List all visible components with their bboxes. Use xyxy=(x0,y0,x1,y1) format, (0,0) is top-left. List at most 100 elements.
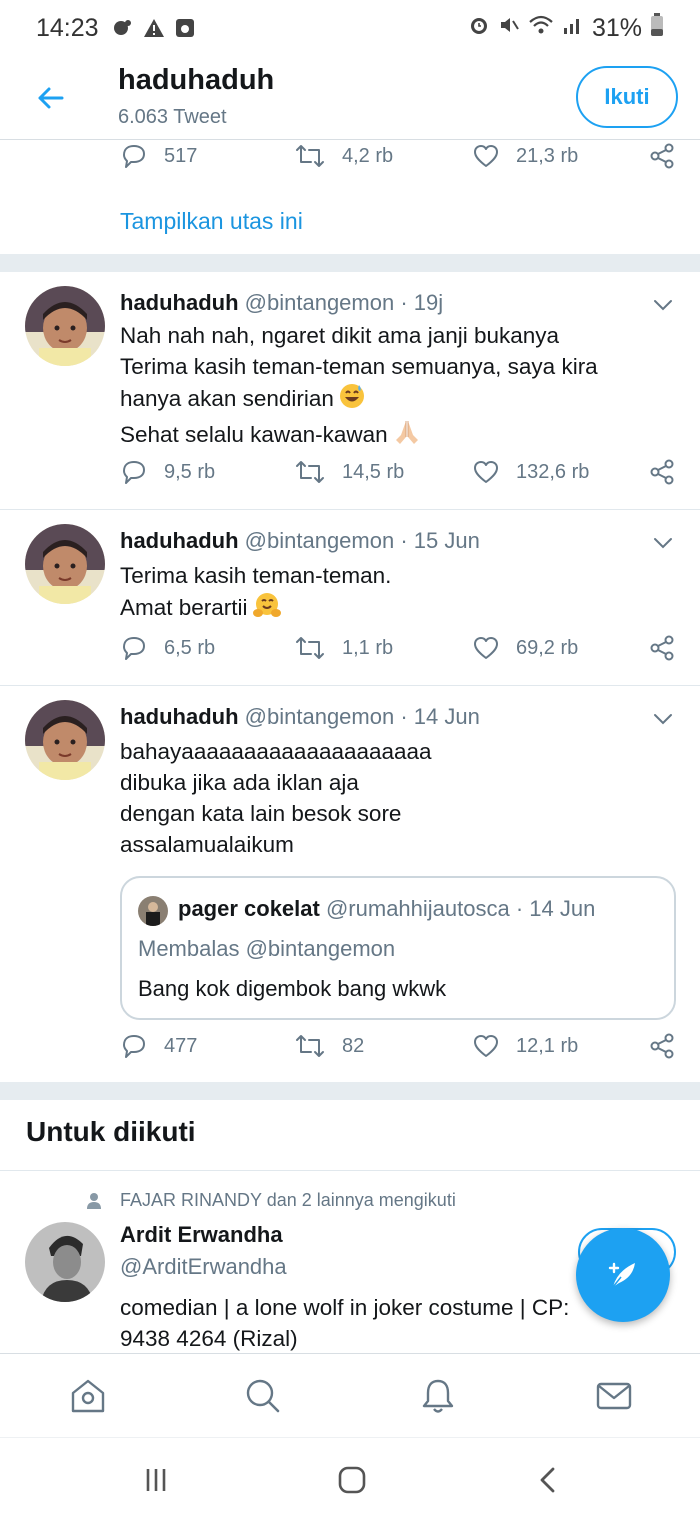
tweet-header: haduhaduh @bintangemon · 19j xyxy=(120,290,443,316)
section-divider xyxy=(0,1170,700,1171)
follow-button[interactable]: Ikuti xyxy=(576,66,678,128)
hugging-face-emoji-icon xyxy=(252,591,282,627)
back-system-button[interactable] xyxy=(530,1462,566,1498)
retweet-count: 1,1 rb xyxy=(342,636,394,659)
reply-button[interactable]: 9,5 rb xyxy=(120,458,215,486)
mute-icon xyxy=(498,14,520,43)
battery-icon xyxy=(650,12,664,44)
heart-icon xyxy=(474,145,498,167)
like-button[interactable]: 69,2 rb xyxy=(472,634,578,662)
tweet-line: dengan kata lain besok sore xyxy=(120,801,402,826)
nav-search[interactable] xyxy=(243,1376,283,1416)
avatar[interactable] xyxy=(25,286,105,366)
alarm-icon xyxy=(468,14,490,43)
home-icon xyxy=(71,1379,105,1413)
home-square-icon xyxy=(338,1466,366,1494)
search-icon xyxy=(246,1379,280,1413)
show-thread-link[interactable]: Tampilkan utas ini xyxy=(120,208,303,235)
tweet-line: bahayaaaaaaaaaaaaaaaaaaaa xyxy=(120,739,432,764)
reply-icon xyxy=(123,637,145,660)
avatar[interactable] xyxy=(25,700,105,780)
tweet-actions: 477 82 12,1 rb xyxy=(0,1032,700,1072)
nav-notifications[interactable] xyxy=(418,1376,458,1416)
share-button[interactable] xyxy=(648,634,676,662)
tweet-time: · 15 Jun xyxy=(394,528,480,553)
quoted-author-handle: @rumahhijautosca xyxy=(325,896,510,921)
mail-icon xyxy=(596,1382,632,1410)
share-button[interactable] xyxy=(648,1032,676,1060)
tweet-author-name: haduhaduh xyxy=(120,704,239,729)
camera-icon xyxy=(175,18,195,38)
suggested-user-name[interactable]: Ardit Erwandha xyxy=(120,1222,283,1248)
reply-count: 477 xyxy=(164,1034,198,1057)
heart-icon xyxy=(474,1035,498,1057)
chevron-down-icon[interactable] xyxy=(652,294,674,316)
like-count: 12,1 rb xyxy=(516,1034,579,1057)
share-icon xyxy=(650,635,674,661)
tweet-actions: 517 4,2 rb 21,3 rb xyxy=(0,142,700,182)
suggested-user-avatar[interactable] xyxy=(25,1222,105,1302)
suggested-user-handle: @ArditErwandha xyxy=(120,1254,287,1279)
tweet-author-name: haduhaduh xyxy=(120,290,239,315)
tweet[interactable]: haduhaduh @bintangemon · 15 Jun Terima k… xyxy=(0,510,700,684)
profile-header: haduhaduh 6.063 Tweet Ikuti xyxy=(0,56,700,140)
reply-button[interactable]: 477 xyxy=(120,1032,197,1060)
section-separator xyxy=(0,254,700,272)
bio-line: 9438 4264 (Rizal) xyxy=(120,1326,298,1351)
nav-home[interactable] xyxy=(68,1376,108,1416)
like-button[interactable]: 12,1 rb xyxy=(472,1032,578,1060)
recent-apps-button[interactable] xyxy=(138,1462,174,1498)
reply-button[interactable]: 6,5 rb xyxy=(120,634,215,662)
quoted-text: Bang kok digembok bang wkwk xyxy=(138,976,447,1001)
wifi-icon xyxy=(528,14,554,43)
tweet-time: · 14 Jun xyxy=(394,704,480,729)
retweet-button[interactable]: 4,2 rb xyxy=(294,142,393,170)
like-button[interactable]: 21,3 rb xyxy=(472,142,578,170)
share-icon xyxy=(650,459,674,485)
quoted-reply-context: Membalas @bintangemon xyxy=(138,936,396,961)
retweet-count: 4,2 rb xyxy=(342,144,394,167)
share-icon xyxy=(650,1033,674,1059)
reply-icon xyxy=(123,1035,145,1058)
chevron-down-icon[interactable] xyxy=(652,708,674,730)
tweet-author-handle: @bintangemon xyxy=(244,290,395,315)
retweet-icon xyxy=(296,1035,324,1057)
avatar[interactable] xyxy=(25,524,105,604)
grinning-sweat-emoji-icon xyxy=(338,382,366,418)
tweet-text: Nah nah nah, ngaret dikit ama janji buka… xyxy=(120,320,680,454)
retweet-button[interactable]: 14,5 rb xyxy=(294,458,404,486)
quoted-tweet[interactable]: pager cokelat @rumahhijautosca · 14 Jun … xyxy=(120,876,676,1020)
nav-messages[interactable] xyxy=(594,1376,634,1416)
tweet-header: haduhaduh @bintangemon · 14 Jun xyxy=(120,704,480,730)
retweet-button[interactable]: 82 xyxy=(294,1032,364,1060)
back-button[interactable] xyxy=(30,78,70,118)
tweet[interactable]: haduhaduh @bintangemon · 19j Nah nah nah… xyxy=(0,272,700,508)
back-arrow-icon xyxy=(38,87,64,109)
bio-line: comedian | a lone wolf in joker costume … xyxy=(120,1295,570,1320)
retweet-button[interactable]: 1,1 rb xyxy=(294,634,393,662)
recent-apps-icon xyxy=(146,1469,166,1491)
tweet-count: 6.063 Tweet xyxy=(118,106,227,128)
chevron-down-icon[interactable] xyxy=(652,532,674,554)
page-title: haduhaduh xyxy=(118,64,275,96)
retweet-count: 82 xyxy=(342,1034,365,1057)
reply-icon xyxy=(123,461,145,484)
tweet-line: Nah nah nah, ngaret dikit ama janji buka… xyxy=(120,323,560,348)
tweet-line: Terima kasih teman-teman semuanya, saya … xyxy=(120,354,598,379)
warning-icon xyxy=(143,18,165,38)
signal-icon xyxy=(562,14,584,43)
share-button[interactable] xyxy=(648,458,676,486)
compose-tweet-button[interactable] xyxy=(576,1228,670,1322)
share-button[interactable] xyxy=(648,142,676,170)
share-icon xyxy=(650,143,674,169)
home-system-button[interactable] xyxy=(334,1462,370,1498)
reply-count: 6,5 rb xyxy=(164,636,216,659)
tweet-author-handle: @bintangemon xyxy=(244,704,395,729)
tweet-author-handle: @bintangemon xyxy=(244,528,395,553)
status-time: 14:23 xyxy=(36,13,99,42)
who-to-follow-title: Untuk diikuti xyxy=(26,1116,196,1147)
like-button[interactable]: 132,6 rb xyxy=(472,458,589,486)
reply-button[interactable]: 517 xyxy=(120,142,197,170)
tweet-line: dibuka jika ada iklan aja xyxy=(120,770,359,795)
compose-feather-icon xyxy=(608,1262,635,1288)
